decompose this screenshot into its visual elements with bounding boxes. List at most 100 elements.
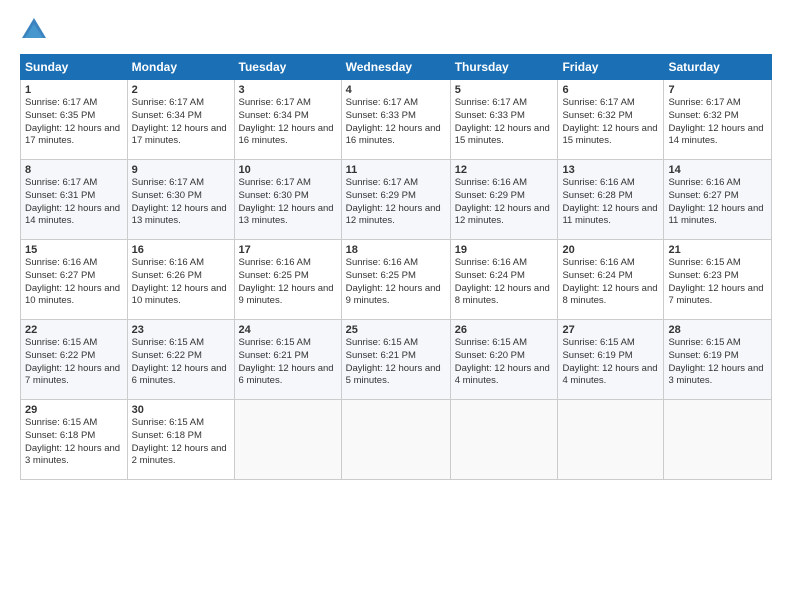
- weekday-header-row: SundayMondayTuesdayWednesdayThursdayFrid…: [21, 55, 772, 80]
- calendar-week-row: 15 Sunrise: 6:16 AMSunset: 6:27 PMDaylig…: [21, 240, 772, 320]
- day-number: 20: [562, 244, 659, 256]
- calendar-day-cell: 23 Sunrise: 6:15 AMSunset: 6:22 PMDaylig…: [127, 320, 234, 400]
- day-number: 26: [455, 324, 554, 336]
- weekday-header: Saturday: [664, 55, 772, 80]
- day-number: 30: [132, 404, 230, 416]
- day-number: 4: [346, 84, 446, 96]
- logo-icon: [20, 16, 48, 44]
- day-info: Sunrise: 6:17 AMSunset: 6:34 PMDaylight:…: [132, 97, 227, 146]
- calendar-day-cell: 24 Sunrise: 6:15 AMSunset: 6:21 PMDaylig…: [234, 320, 341, 400]
- day-info: Sunrise: 6:17 AMSunset: 6:32 PMDaylight:…: [562, 97, 657, 146]
- calendar-day-cell: 22 Sunrise: 6:15 AMSunset: 6:22 PMDaylig…: [21, 320, 128, 400]
- calendar-day-cell: 21 Sunrise: 6:15 AMSunset: 6:23 PMDaylig…: [664, 240, 772, 320]
- day-number: 9: [132, 164, 230, 176]
- calendar-day-cell: 9 Sunrise: 6:17 AMSunset: 6:30 PMDayligh…: [127, 160, 234, 240]
- day-info: Sunrise: 6:15 AMSunset: 6:22 PMDaylight:…: [132, 337, 227, 386]
- calendar-day-cell: 6 Sunrise: 6:17 AMSunset: 6:32 PMDayligh…: [558, 80, 664, 160]
- day-info: Sunrise: 6:15 AMSunset: 6:20 PMDaylight:…: [455, 337, 550, 386]
- calendar-day-cell: 7 Sunrise: 6:17 AMSunset: 6:32 PMDayligh…: [664, 80, 772, 160]
- weekday-header: Friday: [558, 55, 664, 80]
- calendar-day-cell: 18 Sunrise: 6:16 AMSunset: 6:25 PMDaylig…: [341, 240, 450, 320]
- day-number: 6: [562, 84, 659, 96]
- calendar-day-cell: 16 Sunrise: 6:16 AMSunset: 6:26 PMDaylig…: [127, 240, 234, 320]
- calendar-day-cell: 12 Sunrise: 6:16 AMSunset: 6:29 PMDaylig…: [450, 160, 558, 240]
- day-number: 12: [455, 164, 554, 176]
- day-number: 15: [25, 244, 123, 256]
- empty-cell: [234, 400, 341, 480]
- calendar-day-cell: 4 Sunrise: 6:17 AMSunset: 6:33 PMDayligh…: [341, 80, 450, 160]
- day-number: 14: [668, 164, 767, 176]
- day-number: 29: [25, 404, 123, 416]
- day-info: Sunrise: 6:15 AMSunset: 6:18 PMDaylight:…: [132, 417, 227, 466]
- day-info: Sunrise: 6:17 AMSunset: 6:31 PMDaylight:…: [25, 177, 120, 226]
- day-number: 2: [132, 84, 230, 96]
- calendar-week-row: 22 Sunrise: 6:15 AMSunset: 6:22 PMDaylig…: [21, 320, 772, 400]
- day-number: 23: [132, 324, 230, 336]
- day-number: 5: [455, 84, 554, 96]
- day-info: Sunrise: 6:16 AMSunset: 6:29 PMDaylight:…: [455, 177, 550, 226]
- day-info: Sunrise: 6:15 AMSunset: 6:23 PMDaylight:…: [668, 257, 763, 306]
- calendar-day-cell: 8 Sunrise: 6:17 AMSunset: 6:31 PMDayligh…: [21, 160, 128, 240]
- day-info: Sunrise: 6:17 AMSunset: 6:33 PMDaylight:…: [346, 97, 441, 146]
- calendar-week-row: 8 Sunrise: 6:17 AMSunset: 6:31 PMDayligh…: [21, 160, 772, 240]
- day-number: 1: [25, 84, 123, 96]
- empty-cell: [450, 400, 558, 480]
- calendar-day-cell: 2 Sunrise: 6:17 AMSunset: 6:34 PMDayligh…: [127, 80, 234, 160]
- day-info: Sunrise: 6:15 AMSunset: 6:19 PMDaylight:…: [562, 337, 657, 386]
- calendar-day-cell: 15 Sunrise: 6:16 AMSunset: 6:27 PMDaylig…: [21, 240, 128, 320]
- calendar-week-row: 29 Sunrise: 6:15 AMSunset: 6:18 PMDaylig…: [21, 400, 772, 480]
- calendar-week-row: 1 Sunrise: 6:17 AMSunset: 6:35 PMDayligh…: [21, 80, 772, 160]
- calendar-day-cell: 30 Sunrise: 6:15 AMSunset: 6:18 PMDaylig…: [127, 400, 234, 480]
- weekday-header: Thursday: [450, 55, 558, 80]
- calendar-day-cell: 29 Sunrise: 6:15 AMSunset: 6:18 PMDaylig…: [21, 400, 128, 480]
- calendar-day-cell: 1 Sunrise: 6:17 AMSunset: 6:35 PMDayligh…: [21, 80, 128, 160]
- day-number: 7: [668, 84, 767, 96]
- day-number: 19: [455, 244, 554, 256]
- day-info: Sunrise: 6:16 AMSunset: 6:25 PMDaylight:…: [239, 257, 334, 306]
- calendar-day-cell: 13 Sunrise: 6:16 AMSunset: 6:28 PMDaylig…: [558, 160, 664, 240]
- weekday-header: Wednesday: [341, 55, 450, 80]
- weekday-header: Sunday: [21, 55, 128, 80]
- day-number: 25: [346, 324, 446, 336]
- day-number: 22: [25, 324, 123, 336]
- day-number: 13: [562, 164, 659, 176]
- day-info: Sunrise: 6:17 AMSunset: 6:30 PMDaylight:…: [239, 177, 334, 226]
- day-info: Sunrise: 6:17 AMSunset: 6:35 PMDaylight:…: [25, 97, 120, 146]
- day-info: Sunrise: 6:15 AMSunset: 6:21 PMDaylight:…: [239, 337, 334, 386]
- calendar-day-cell: 5 Sunrise: 6:17 AMSunset: 6:33 PMDayligh…: [450, 80, 558, 160]
- calendar-day-cell: 11 Sunrise: 6:17 AMSunset: 6:29 PMDaylig…: [341, 160, 450, 240]
- calendar-day-cell: 17 Sunrise: 6:16 AMSunset: 6:25 PMDaylig…: [234, 240, 341, 320]
- day-number: 8: [25, 164, 123, 176]
- calendar-day-cell: 19 Sunrise: 6:16 AMSunset: 6:24 PMDaylig…: [450, 240, 558, 320]
- day-info: Sunrise: 6:16 AMSunset: 6:24 PMDaylight:…: [455, 257, 550, 306]
- calendar-day-cell: 25 Sunrise: 6:15 AMSunset: 6:21 PMDaylig…: [341, 320, 450, 400]
- day-info: Sunrise: 6:16 AMSunset: 6:27 PMDaylight:…: [668, 177, 763, 226]
- page-container: SundayMondayTuesdayWednesdayThursdayFrid…: [0, 0, 792, 490]
- weekday-header: Monday: [127, 55, 234, 80]
- day-number: 3: [239, 84, 337, 96]
- empty-cell: [558, 400, 664, 480]
- day-info: Sunrise: 6:17 AMSunset: 6:34 PMDaylight:…: [239, 97, 334, 146]
- empty-cell: [341, 400, 450, 480]
- day-number: 24: [239, 324, 337, 336]
- day-number: 21: [668, 244, 767, 256]
- day-info: Sunrise: 6:15 AMSunset: 6:19 PMDaylight:…: [668, 337, 763, 386]
- day-info: Sunrise: 6:17 AMSunset: 6:32 PMDaylight:…: [668, 97, 763, 146]
- day-number: 18: [346, 244, 446, 256]
- calendar-table: SundayMondayTuesdayWednesdayThursdayFrid…: [20, 54, 772, 480]
- day-number: 17: [239, 244, 337, 256]
- day-info: Sunrise: 6:15 AMSunset: 6:22 PMDaylight:…: [25, 337, 120, 386]
- day-info: Sunrise: 6:17 AMSunset: 6:33 PMDaylight:…: [455, 97, 550, 146]
- logo: [20, 16, 52, 44]
- day-info: Sunrise: 6:16 AMSunset: 6:28 PMDaylight:…: [562, 177, 657, 226]
- day-number: 28: [668, 324, 767, 336]
- calendar-day-cell: 14 Sunrise: 6:16 AMSunset: 6:27 PMDaylig…: [664, 160, 772, 240]
- day-number: 10: [239, 164, 337, 176]
- calendar-day-cell: 20 Sunrise: 6:16 AMSunset: 6:24 PMDaylig…: [558, 240, 664, 320]
- calendar-day-cell: 27 Sunrise: 6:15 AMSunset: 6:19 PMDaylig…: [558, 320, 664, 400]
- day-info: Sunrise: 6:16 AMSunset: 6:26 PMDaylight:…: [132, 257, 227, 306]
- day-info: Sunrise: 6:15 AMSunset: 6:21 PMDaylight:…: [346, 337, 441, 386]
- day-info: Sunrise: 6:15 AMSunset: 6:18 PMDaylight:…: [25, 417, 120, 466]
- day-number: 11: [346, 164, 446, 176]
- day-number: 27: [562, 324, 659, 336]
